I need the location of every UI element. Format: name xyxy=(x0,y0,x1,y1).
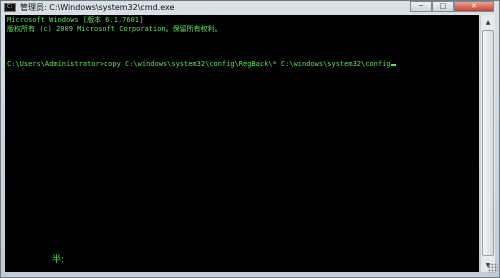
cmd-icon[interactable]: C: xyxy=(4,3,16,12)
minimize-button[interactable]: ─ xyxy=(410,1,432,12)
close-button[interactable]: ✕ xyxy=(454,1,494,12)
console-line-copyright: 版权所有 (c) 2009 Microsoft Corporation。保留所有… xyxy=(7,25,222,33)
command-text: C:\Users\Administrator>copy C:\windows\s… xyxy=(7,60,391,68)
console-line-command: C:\Users\Administrator>copy C:\windows\s… xyxy=(7,60,396,69)
window-title: 管理员: C:\Windows\system32\cmd.exe xyxy=(20,3,175,12)
title-bar[interactable]: C: 管理员: C:\Windows\system32\cmd.exe ─ □ … xyxy=(1,1,499,14)
scroll-thumb[interactable] xyxy=(482,30,494,256)
ime-indicator: 半: xyxy=(52,255,65,265)
window-controls: ─ □ ✕ xyxy=(410,1,494,12)
vertical-scrollbar[interactable]: ▲ ▼ xyxy=(480,15,495,272)
console-output[interactable]: Microsoft Windows [版本 6.1.7601] 版权所有 (c)… xyxy=(5,15,479,272)
maximize-button[interactable]: □ xyxy=(432,1,454,12)
chevron-up-icon[interactable]: ▲ xyxy=(481,15,495,29)
cmd-window: C: 管理员: C:\Windows\system32\cmd.exe ─ □ … xyxy=(0,0,500,278)
text-cursor xyxy=(390,64,396,66)
console-line-version: Microsoft Windows [版本 6.1.7601] xyxy=(7,16,144,24)
resize-grip-icon[interactable] xyxy=(488,263,498,273)
